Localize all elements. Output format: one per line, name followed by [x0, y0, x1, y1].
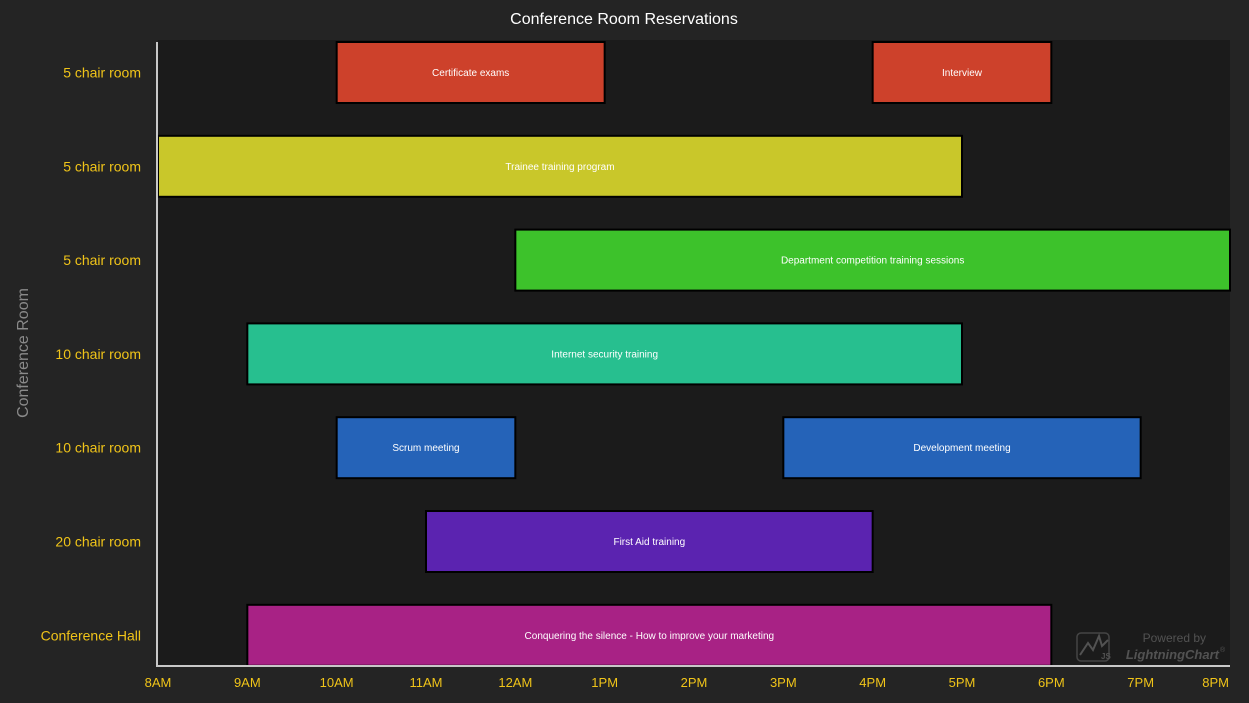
x-tick-labels: 8AM 9AM 10AM 11AM 12AM 1PM 2PM 3PM 4PM 5PM 6PM 7PM 8… — [145, 675, 1229, 690]
category-label: Conference Hall — [41, 627, 141, 643]
gantt-chart: Certificate exams Interview Trainee traini… — [15, 11, 1231, 690]
reservation-bar-label: Internet security training — [551, 349, 658, 360]
x-tick-label: 11AM — [410, 675, 443, 690]
x-tick-label: 12AM — [498, 675, 532, 690]
category-label: 20 chair room — [55, 534, 141, 550]
watermark-logo-text: JS — [1101, 652, 1111, 661]
chart-title: Conference Room Reservations — [510, 11, 738, 28]
x-tick-label: 2PM — [681, 675, 708, 690]
category-label: 5 chair room — [63, 252, 141, 268]
x-tick-label: 9AM — [234, 675, 261, 690]
x-tick-label: 8PM — [1202, 675, 1229, 690]
chart-container: Certificate exams Interview Trainee traini… — [0, 0, 1249, 703]
reservation-bar-label: Conquering the silence - How to improve … — [525, 631, 775, 642]
watermark-line1: Powered by — [1143, 631, 1206, 645]
category-label: 5 chair room — [63, 158, 141, 174]
watermark-mark: ® — [1220, 646, 1226, 654]
category-label: 5 chair room — [63, 65, 141, 81]
reservation-bar-label: First Aid training — [613, 537, 685, 548]
x-tick-label: 8AM — [145, 675, 172, 690]
reservation-bar-label: Interview — [942, 68, 983, 79]
category-label: 10 chair room — [55, 346, 141, 362]
x-tick-label: 7PM — [1127, 675, 1154, 690]
x-tick-label: 5PM — [949, 675, 976, 690]
reservation-bar-label: Department competition training sessions — [781, 256, 964, 267]
y-axis-title: Conference Room — [15, 288, 32, 418]
reservation-bar-label: Trainee training program — [505, 162, 614, 173]
x-tick-label: 6PM — [1038, 675, 1065, 690]
x-tick-label: 1PM — [591, 675, 618, 690]
x-tick-label: 3PM — [770, 675, 797, 690]
category-labels: 5 chair room 5 chair room 5 chair room 10 c… — [41, 65, 141, 644]
watermark-line2: LightningChart — [1126, 647, 1220, 662]
reservation-bar-label: Development meeting — [913, 443, 1010, 454]
x-tick-label: 10AM — [320, 675, 354, 690]
category-label: 10 chair room — [55, 440, 141, 456]
reservation-bar-label: Scrum meeting — [392, 443, 459, 454]
reservation-bar-label: Certificate exams — [432, 68, 509, 79]
x-tick-label: 4PM — [859, 675, 886, 690]
